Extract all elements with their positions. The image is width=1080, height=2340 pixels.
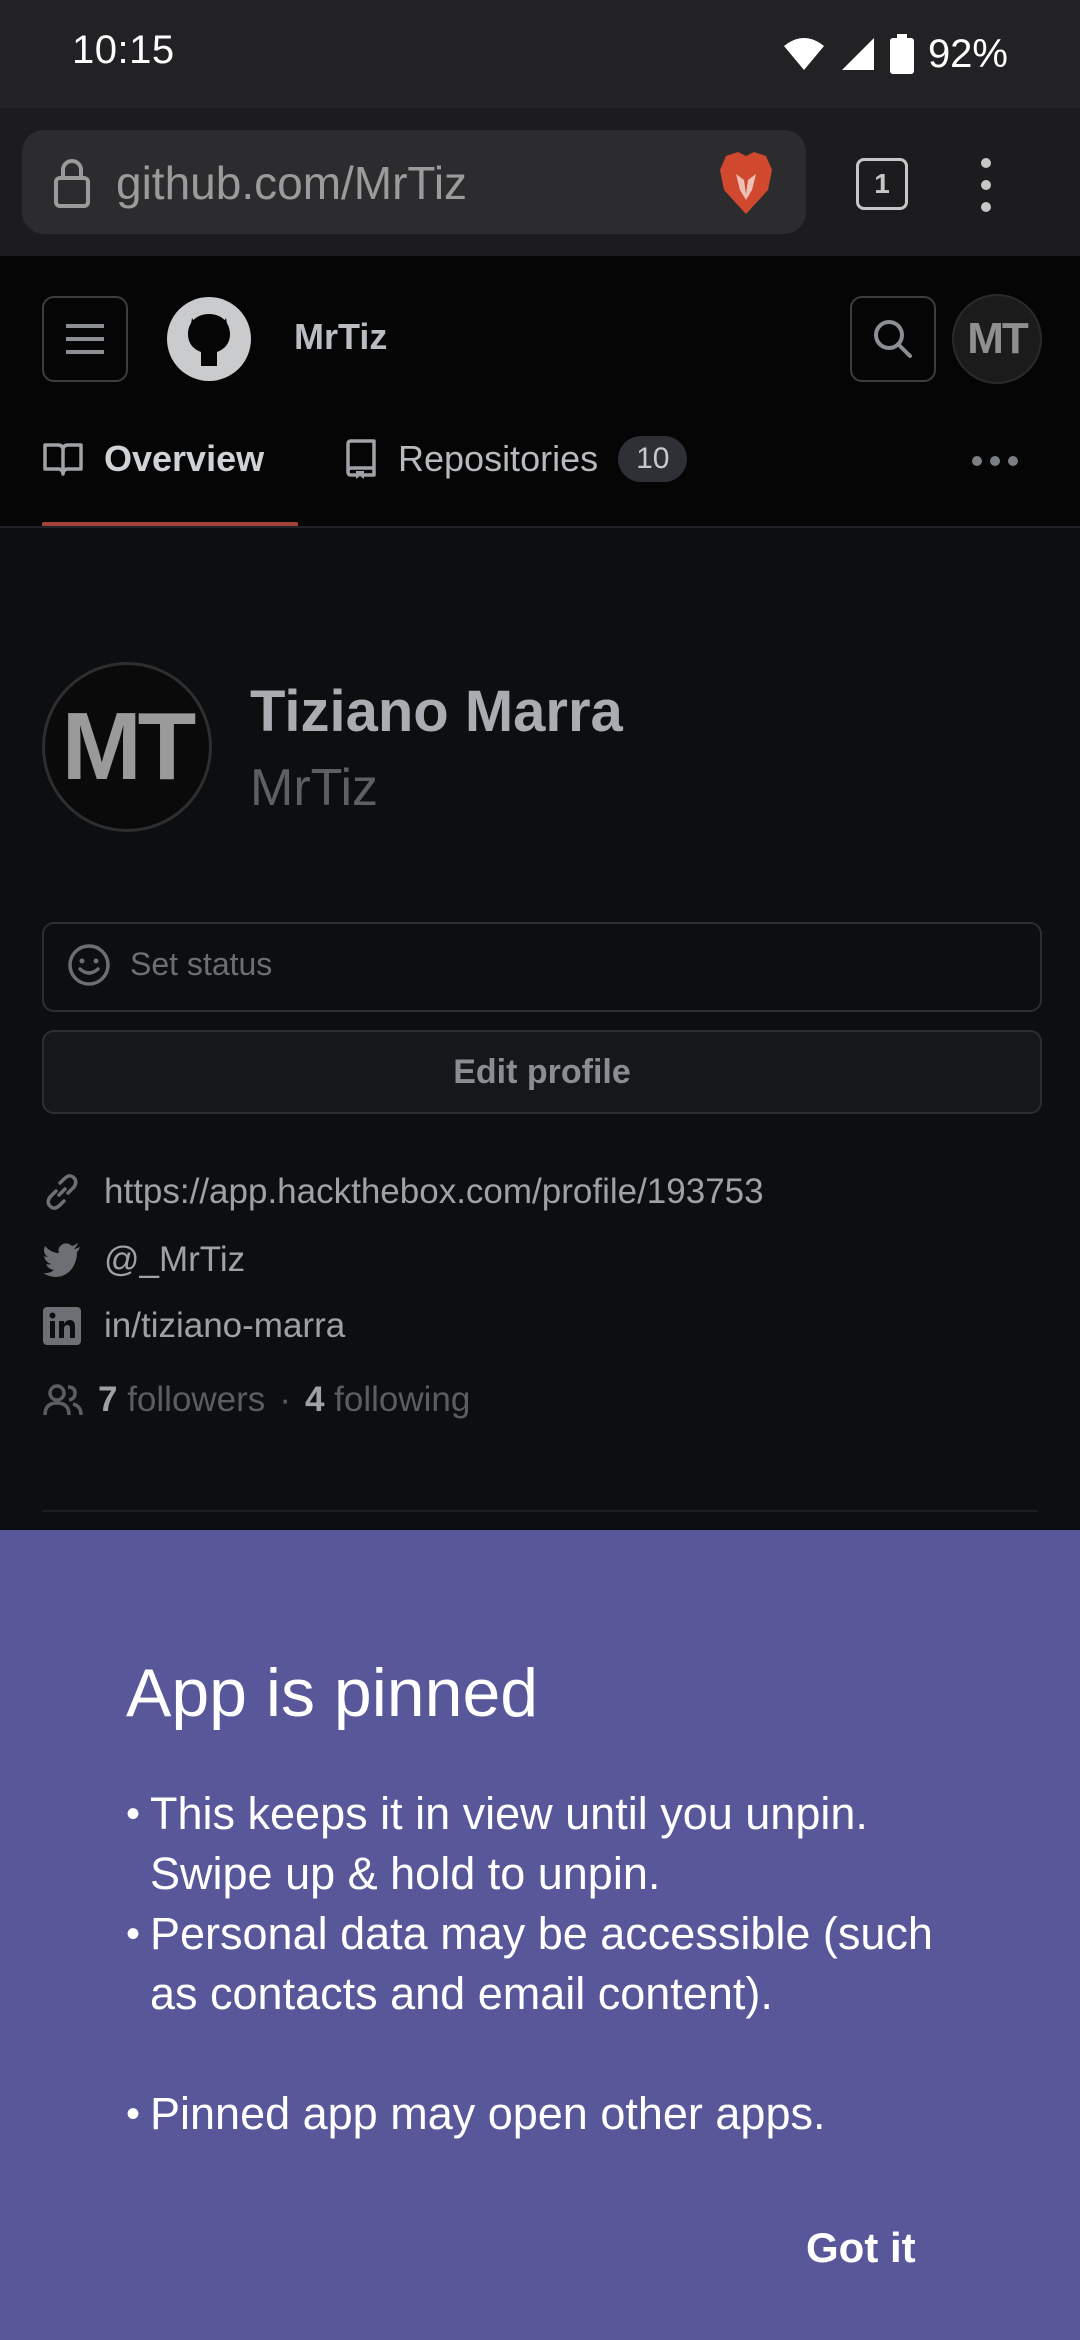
search-button[interactable] — [850, 296, 936, 382]
bullet-text: Pinned app may open other apps. — [150, 2088, 826, 2139]
dialog-bullet: • Personal data may be accessible (such … — [126, 1904, 986, 2024]
followers-row: 7 followers · 4 following — [42, 1372, 470, 1428]
app-pinned-dialog: App is pinned • This keeps it in view un… — [0, 1530, 1080, 2340]
followers-label: followers — [127, 1380, 266, 1419]
book-icon — [43, 443, 83, 476]
following-link[interactable]: 4 following — [305, 1380, 470, 1420]
dialog-bullet: • Pinned app may open other apps. — [126, 2084, 986, 2144]
people-icon — [43, 1384, 83, 1416]
hamburger-menu-button[interactable] — [42, 296, 128, 382]
header-divider — [0, 526, 1080, 528]
set-status-button[interactable]: Set status — [42, 922, 1042, 1012]
repositories-count-badge: 10 — [618, 436, 688, 482]
tab-repositories-label: Repositories — [398, 438, 599, 479]
bullet-text: This keeps it in view until you unpin. S… — [150, 1788, 868, 1899]
followers-count: 7 — [98, 1380, 118, 1419]
menu-line — [66, 350, 104, 354]
linkedin-icon — [43, 1307, 81, 1345]
menu-line — [66, 324, 104, 328]
bullet-dot: • — [126, 1792, 141, 1836]
more-tabs-icon[interactable] — [972, 456, 1018, 466]
browser-menu-icon[interactable] — [974, 158, 998, 218]
profile-divider — [42, 1510, 1038, 1512]
menu-line — [66, 337, 104, 341]
bullet-dot: • — [126, 1912, 141, 1956]
tab-overview[interactable]: Overview — [42, 422, 264, 496]
got-it-button[interactable]: Got it — [806, 2224, 916, 2272]
user-avatar[interactable]: MT — [952, 294, 1042, 384]
tab-switcher-button[interactable]: 1 — [856, 158, 908, 210]
website-link-row: https://app.hackthebox.com/profile/19375… — [42, 1164, 764, 1220]
status-bar: 10:15 92% — [0, 0, 1080, 108]
edit-profile-button[interactable]: Edit profile — [42, 1030, 1042, 1114]
profile-avatar[interactable]: MT — [42, 662, 212, 832]
tab-overview-label: Overview — [104, 438, 265, 479]
github-header: MrTiz MT Overview Repositories 10 — [0, 256, 1080, 527]
dialog-title: App is pinned — [126, 1655, 539, 1731]
repo-icon — [346, 439, 376, 479]
bullet-text: Personal data may be accessible (such as… — [150, 1908, 933, 2019]
followers-link[interactable]: 7 followers — [98, 1380, 265, 1420]
wifi-icon — [783, 38, 824, 70]
url-text: github.com/MrTiz — [116, 157, 468, 209]
profile-full-name: Tiziano Marra — [250, 679, 623, 744]
battery-icon — [889, 34, 914, 74]
following-count: 4 — [304, 1380, 325, 1419]
status-icons: 92% — [782, 28, 1008, 80]
tab-repositories[interactable]: Repositories 10 — [344, 422, 688, 496]
linkedin-handle[interactable]: in/tiziano-marra — [104, 1306, 345, 1346]
brave-lion-icon[interactable] — [716, 150, 776, 216]
smiley-icon — [68, 944, 110, 986]
search-icon — [874, 320, 912, 358]
website-link[interactable]: https://app.hackthebox.com/profile/19375… — [104, 1172, 764, 1212]
github-logo-icon[interactable] — [166, 296, 252, 382]
link-icon — [46, 1174, 78, 1210]
browser-toolbar: github.com/MrTiz 1 — [0, 108, 1080, 256]
set-status-label: Set status — [130, 946, 273, 982]
twitter-handle[interactable]: @_MrTiz — [104, 1240, 245, 1280]
profile-login: MrTiz — [250, 759, 379, 817]
battery-percent: 92% — [927, 31, 1008, 76]
lock-icon — [54, 159, 90, 208]
linkedin-link-row: in/tiziano-marra — [42, 1298, 345, 1354]
twitter-link-row: @_MrTiz — [42, 1232, 245, 1288]
signal-icon — [841, 38, 874, 70]
following-label: following — [334, 1380, 471, 1419]
dialog-bullet: • This keeps it in view until you unpin.… — [126, 1784, 986, 1904]
twitter-icon — [43, 1243, 80, 1278]
bullet-dot: • — [126, 2092, 141, 2136]
header-username[interactable]: MrTiz — [294, 316, 387, 358]
status-time: 10:15 — [72, 28, 175, 72]
separator: · — [279, 1380, 291, 1419]
address-bar[interactable]: github.com/MrTiz — [22, 130, 806, 234]
